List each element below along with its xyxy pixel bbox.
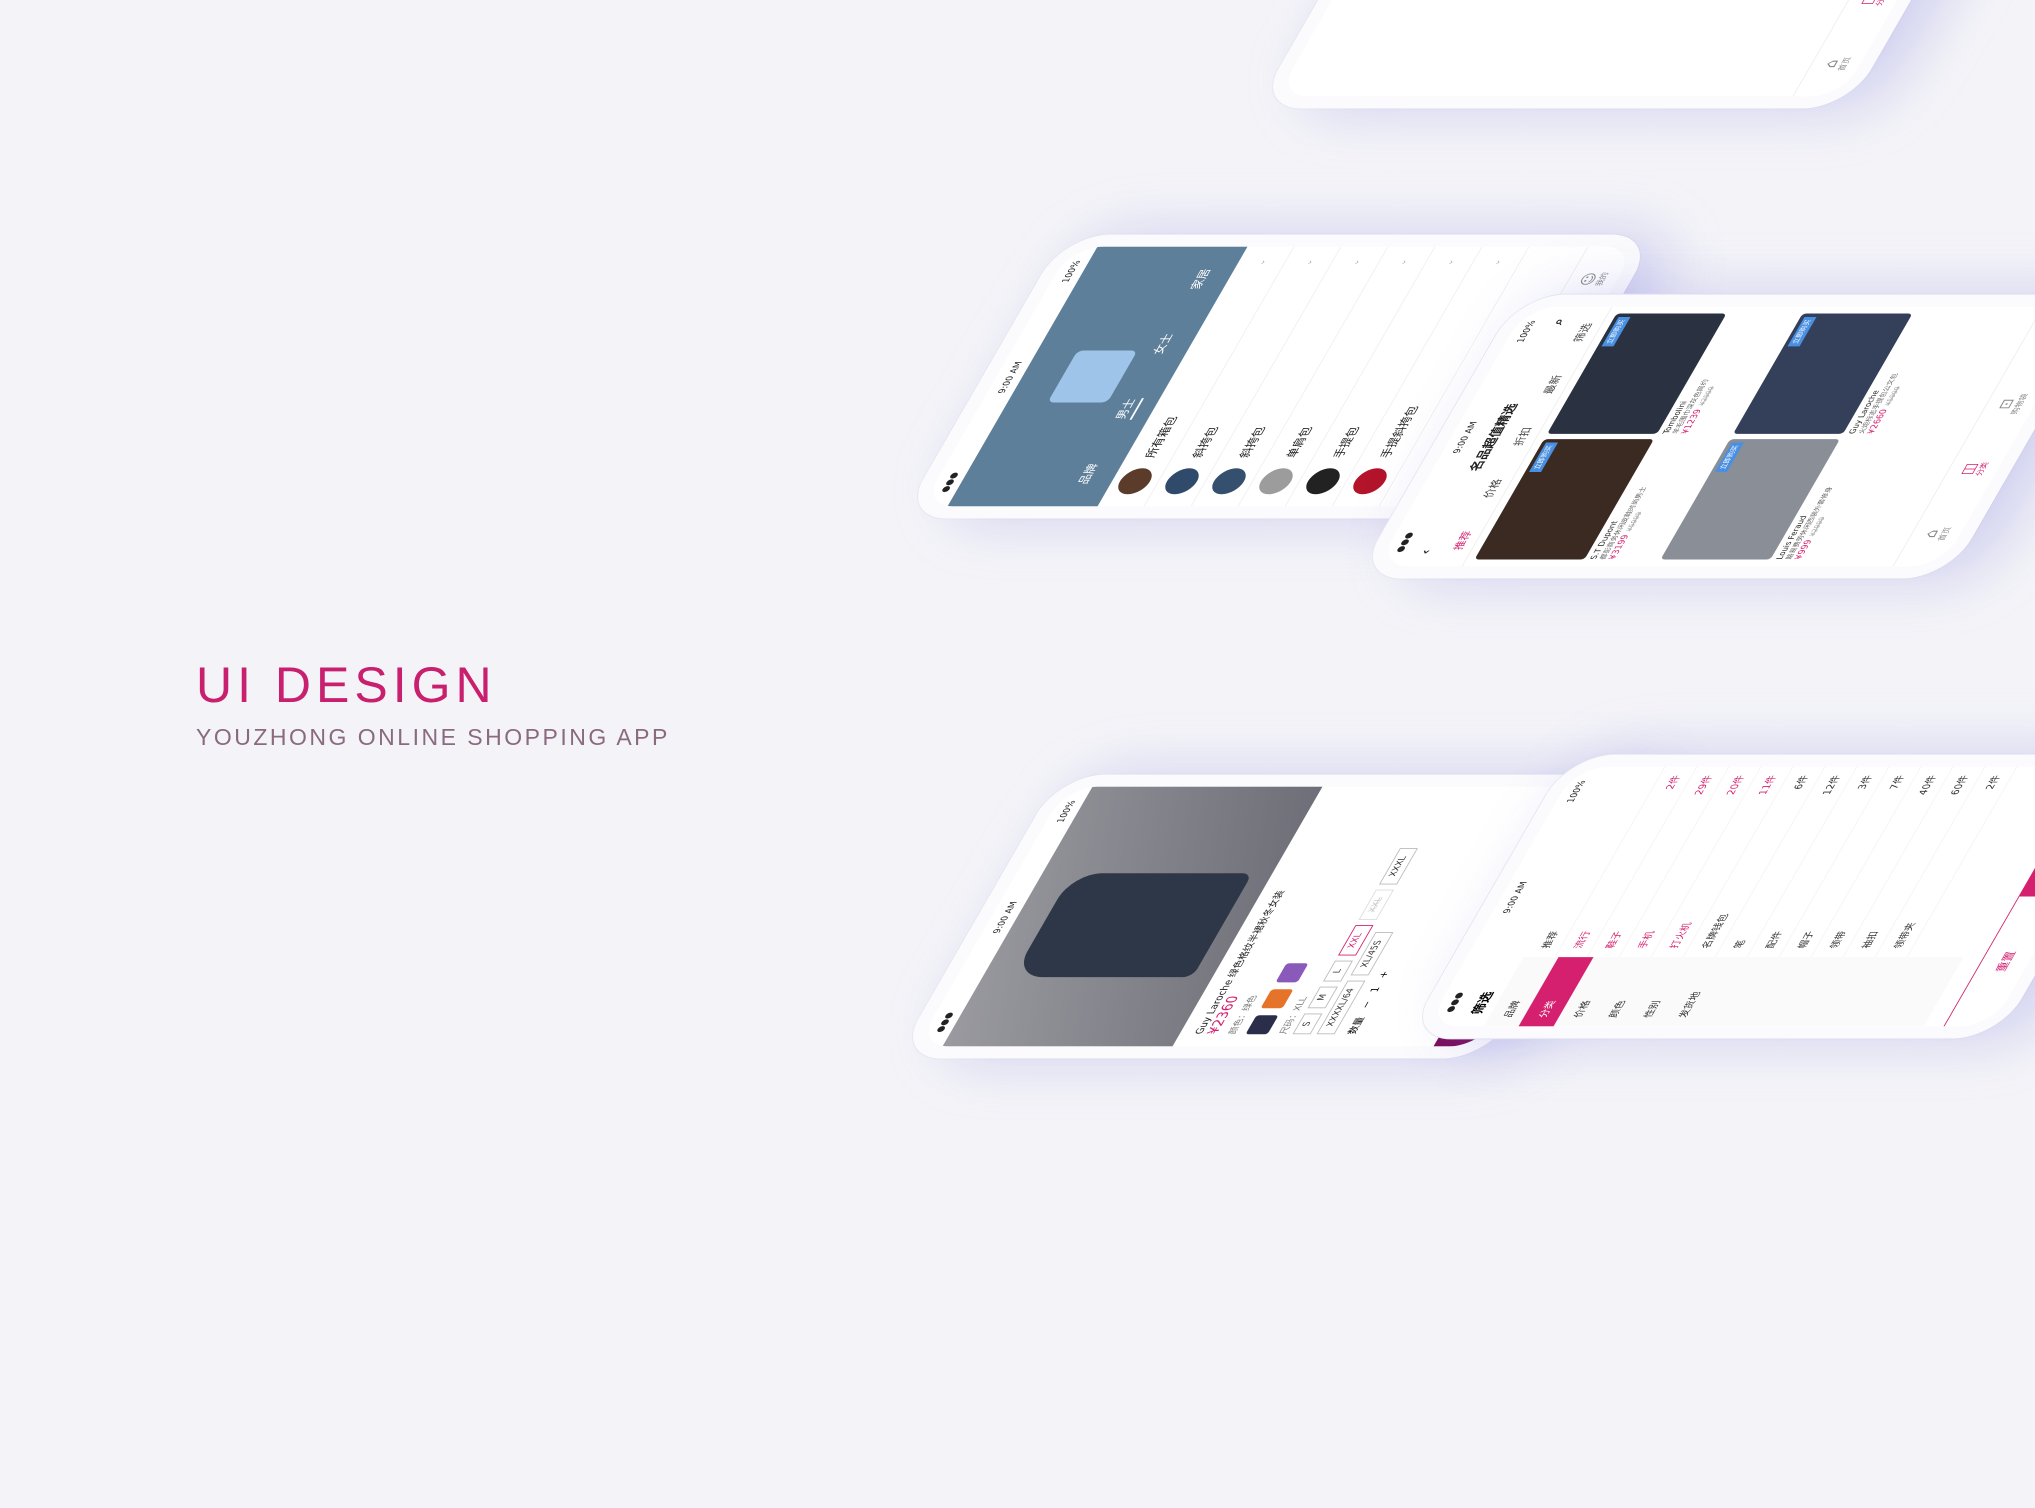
profile-icon: ☺	[2030, 332, 2035, 346]
category-label: 手提包	[1329, 426, 1363, 458]
option-label: 笔	[1732, 939, 1749, 949]
phone-top-partial: ⌂首页 ◫分类 ⊡购物袋 ☺我的	[1255, 0, 2013, 109]
tab-bar: ⌂首页 ◫分类 ⊡购物袋 ☺我的	[1792, 0, 1992, 97]
filter-screen[interactable]: 筛选	[1569, 323, 1596, 342]
option-count: 12件	[1821, 775, 1844, 795]
option-label: 手机	[1636, 931, 1658, 949]
chevron-down-icon: ⌄	[1347, 258, 1363, 266]
option-count: 2件	[1984, 775, 2004, 790]
bag-thumb	[1112, 468, 1158, 495]
tab-profile[interactable]: ☺我的	[2006, 307, 2035, 372]
tab-women[interactable]: 女士	[1148, 334, 1181, 355]
chevron-down-icon: ⌄	[1441, 258, 1457, 266]
tab-home[interactable]: ⌂首页	[1893, 501, 1978, 566]
minus-icon[interactable]: −	[1359, 1001, 1374, 1008]
filter-recommend[interactable]: 推荐	[1449, 531, 1476, 550]
swatch-navy[interactable]	[1245, 1015, 1279, 1035]
bag-thumb	[1300, 468, 1346, 495]
chevron-down-icon: ⌄	[1253, 258, 1270, 266]
option-count: 11件	[1757, 775, 1780, 795]
filter-price[interactable]: 价格	[1479, 479, 1506, 498]
tab-label: 分类	[1872, 0, 1891, 6]
tab-category[interactable]: ◫分类	[1831, 0, 1916, 31]
tab-men[interactable]: 男士	[1110, 398, 1144, 420]
tab-brand[interactable]: 品牌	[1073, 464, 1106, 485]
option-label: 配件	[1764, 931, 1786, 949]
hero-subtitle: YOUZHONG ONLINE SHOPPING APP	[196, 724, 670, 750]
qty-label: 数量	[1346, 1016, 1368, 1035]
option-label: 推荐	[1540, 931, 1562, 949]
option-count: 6件	[1792, 775, 1812, 790]
hero-title: UI DESIGN	[196, 657, 497, 713]
filter-categories: 品牌 分类 价格 颜色 性别 发货地	[1483, 957, 1964, 1027]
tab-bag[interactable]: ⊡购物袋	[1968, 372, 2035, 437]
option-count: 60件	[1949, 775, 1972, 795]
option-label: 领带夹	[1892, 922, 1919, 949]
bag-thumb	[1159, 468, 1205, 495]
option-label: 鞋子	[1604, 931, 1626, 949]
tab-home[interactable]: ⌂首页	[1793, 31, 1878, 96]
option-count: 20件	[1725, 775, 1748, 795]
back-icon[interactable]: ‹	[1418, 550, 1436, 555]
bag-thumb	[1253, 468, 1299, 495]
search-icon[interactable]: ⌕	[1550, 319, 1569, 325]
bag-thumb	[1206, 468, 1252, 495]
hero: UI DESIGN YOUZHONG ONLINE SHOPPING APP	[196, 656, 670, 751]
bag-thumb	[1347, 468, 1393, 495]
tab-category[interactable]: ◫分类	[1931, 437, 2016, 502]
option-count: 2件	[1664, 775, 1684, 790]
plus-icon[interactable]: +	[1377, 971, 1392, 978]
option-label: 袖扣	[1860, 931, 1882, 949]
chevron-down-icon: ⌄	[1394, 258, 1410, 266]
option-label: 领带	[1828, 931, 1850, 949]
swatch-orange[interactable]	[1260, 989, 1294, 1009]
option-count: 29件	[1693, 775, 1716, 795]
category-label: 单肩包	[1282, 426, 1316, 458]
category-label: 斜挎包	[1189, 426, 1222, 458]
option-count: 3件	[1856, 775, 1876, 790]
filter-discount[interactable]: 折扣	[1509, 427, 1536, 446]
option-label: 流行	[1572, 931, 1594, 949]
swatch-purple[interactable]	[1275, 963, 1309, 983]
chevron-down-icon: ⌄	[1300, 258, 1317, 266]
qty-value: 1	[1368, 986, 1383, 993]
skirt-image	[1012, 873, 1253, 978]
category-label: 斜挎包	[1235, 426, 1269, 458]
tab-home[interactable]: 家居	[1186, 269, 1219, 290]
filter-newest[interactable]: 最新	[1539, 375, 1566, 394]
option-count: 7件	[1888, 775, 1908, 790]
option-label: 帽子	[1796, 931, 1818, 949]
chevron-down-icon: ⌄	[1488, 258, 1504, 266]
option-count: 40件	[1917, 775, 1940, 795]
